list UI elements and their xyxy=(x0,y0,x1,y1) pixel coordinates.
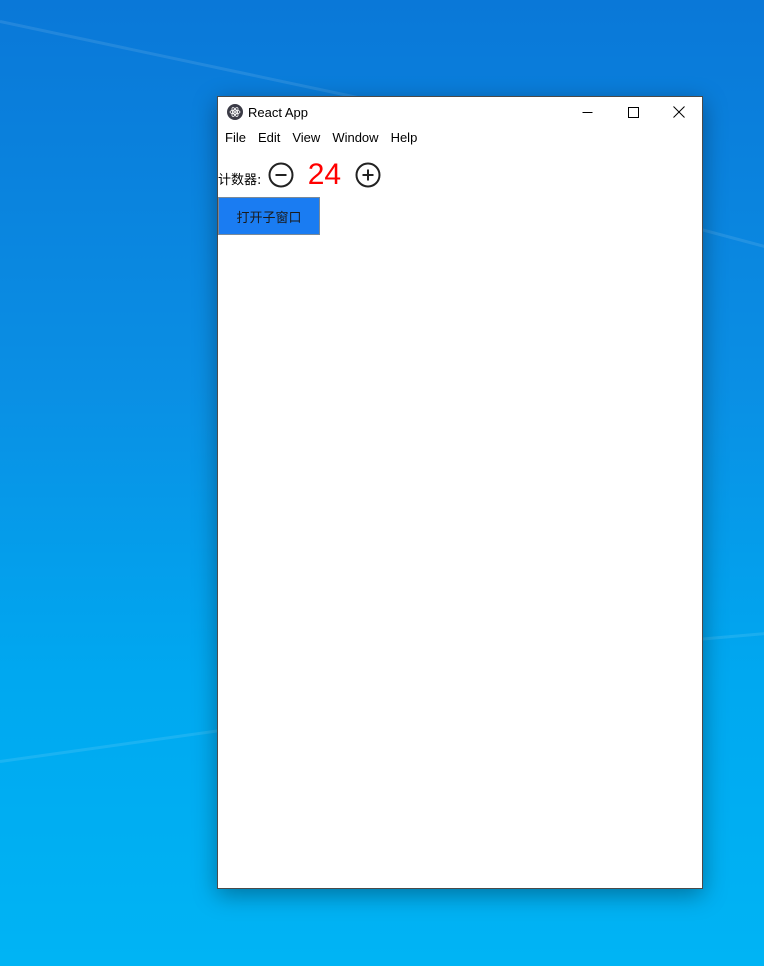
electron-atom-icon xyxy=(227,104,243,120)
maximize-button[interactable] xyxy=(610,97,656,127)
window-controls xyxy=(564,97,702,127)
counter-value: 24 xyxy=(307,158,342,191)
increment-button[interactable] xyxy=(355,162,381,188)
close-button[interactable] xyxy=(656,97,702,127)
plus-circle-icon xyxy=(355,162,381,188)
close-icon xyxy=(673,103,685,122)
minus-circle-icon xyxy=(268,162,294,188)
menu-view[interactable]: View xyxy=(286,127,326,149)
menu-window[interactable]: Window xyxy=(326,127,384,149)
menu-help[interactable]: Help xyxy=(385,127,424,149)
window-titlebar[interactable]: React App xyxy=(218,97,702,127)
window-title: React App xyxy=(248,104,308,120)
minimize-button[interactable] xyxy=(564,97,610,127)
maximize-icon xyxy=(627,103,639,122)
menu-bar: File Edit View Window Help xyxy=(218,127,702,149)
decrement-button[interactable] xyxy=(268,162,294,188)
menu-file[interactable]: File xyxy=(219,127,252,149)
counter-row: 计数器: 24 xyxy=(218,157,381,193)
app-window[interactable]: React App File Edit View Window Help 计数器… xyxy=(217,96,703,889)
minimize-icon xyxy=(582,103,593,122)
desktop-background: React App File Edit View Window Help 计数器… xyxy=(0,0,764,966)
menu-edit[interactable]: Edit xyxy=(252,127,286,149)
counter-label: 计数器: xyxy=(218,172,262,188)
open-child-window-button[interactable]: 打开子窗口 xyxy=(218,197,320,235)
